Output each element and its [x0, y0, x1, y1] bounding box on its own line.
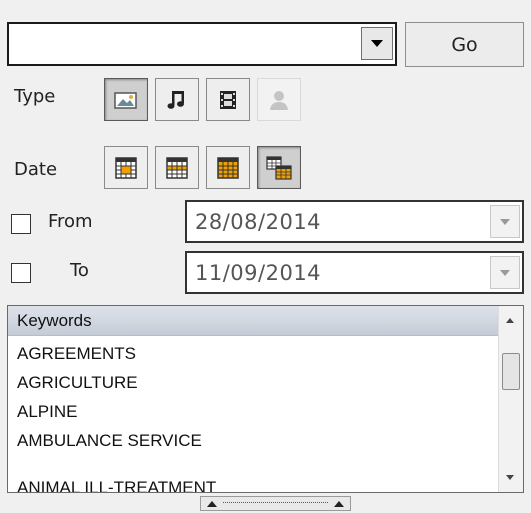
panel-resize-grip[interactable]: [200, 496, 351, 511]
to-date-dropdown[interactable]: [490, 256, 520, 289]
from-date-value[interactable]: 28/08/2014: [195, 210, 321, 234]
calendar-week-icon: [166, 156, 188, 179]
date-range-button[interactable]: [257, 146, 301, 189]
from-date-field[interactable]: 28/08/2014: [185, 200, 524, 243]
chevron-down-icon: [500, 218, 510, 225]
list-item[interactable]: AGREEMENTS: [17, 344, 136, 364]
to-date-field[interactable]: 11/09/2014: [185, 251, 524, 294]
type-person-button[interactable]: [257, 78, 301, 121]
type-audio-button[interactable]: [155, 78, 199, 121]
type-label: Type: [14, 86, 56, 107]
search-dropdown-button[interactable]: [361, 27, 393, 60]
person-icon: [270, 90, 288, 110]
calendar-month-icon: [217, 156, 239, 179]
keywords-scrollbar[interactable]: [498, 306, 523, 492]
go-button[interactable]: Go: [405, 22, 524, 67]
date-week-button[interactable]: [155, 146, 199, 189]
search-filter-panel: Go Type Date From 28/08/2014 To 11/09/20…: [0, 0, 531, 513]
date-label: Date: [14, 159, 58, 180]
to-label: To: [70, 260, 89, 281]
photo-icon: [114, 91, 137, 109]
chevron-up-icon: [207, 500, 217, 507]
from-label: From: [48, 211, 93, 232]
list-item[interactable]: AMBULANCE SERVICE: [17, 431, 202, 451]
scroll-thumb[interactable]: [502, 353, 520, 390]
from-date-dropdown[interactable]: [490, 205, 520, 238]
grip-dots: [223, 502, 328, 505]
to-date-value[interactable]: 11/09/2014: [195, 261, 321, 285]
date-day-button[interactable]: [104, 146, 148, 189]
scroll-down-icon[interactable]: [506, 475, 514, 480]
list-item[interactable]: AGRICULTURE: [17, 373, 138, 393]
calendar-day-icon: [115, 156, 137, 179]
from-checkbox[interactable]: [11, 214, 31, 234]
type-video-button[interactable]: [206, 78, 250, 121]
film-icon: [220, 90, 236, 109]
date-month-button[interactable]: [206, 146, 250, 189]
chevron-down-icon: [500, 269, 510, 276]
calendar-range-icon: [266, 155, 292, 180]
keywords-list[interactable]: Keywords AGREEMENTS AGRICULTURE ALPINE A…: [7, 305, 524, 493]
list-item[interactable]: ANIMAL ILL-TREATMENT: [17, 478, 216, 492]
chevron-up-icon: [334, 500, 344, 507]
to-checkbox[interactable]: [11, 263, 31, 283]
type-photo-button[interactable]: [104, 78, 148, 121]
music-note-icon: [167, 90, 184, 109]
chevron-down-icon: [371, 40, 383, 47]
search-combo[interactable]: [7, 22, 397, 66]
scroll-up-icon[interactable]: [506, 318, 514, 323]
list-item[interactable]: ALPINE: [17, 402, 77, 422]
keywords-header[interactable]: Keywords: [8, 306, 498, 336]
